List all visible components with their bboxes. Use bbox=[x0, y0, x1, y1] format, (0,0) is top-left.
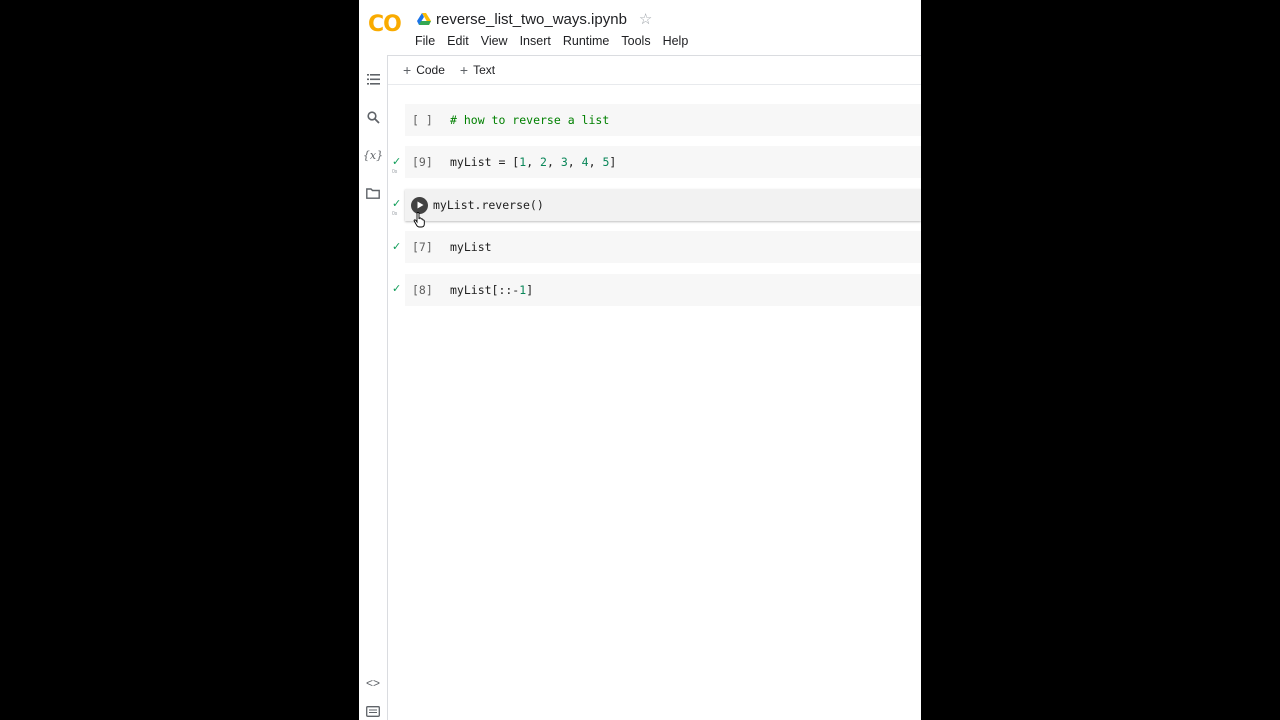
code-cell[interactable]: [9] myList = [1, 2, 3, 4, 5] bbox=[405, 146, 921, 178]
search-icon[interactable] bbox=[365, 109, 381, 125]
star-icon[interactable]: ☆ bbox=[639, 10, 652, 28]
menu-bar: File Edit View Insert Runtime Tools Help bbox=[415, 32, 700, 50]
code-cell-active[interactable]: myList.reverse() bbox=[405, 189, 921, 221]
cell-code[interactable]: myList bbox=[450, 240, 492, 254]
plus-icon: + bbox=[459, 61, 469, 78]
add-code-label: Code bbox=[416, 62, 445, 77]
run-cell-button[interactable] bbox=[411, 196, 428, 214]
cell-exec-time: 0s bbox=[392, 169, 398, 175]
execution-count: [8] bbox=[412, 283, 433, 297]
add-text-button[interactable]: + Text bbox=[460, 62, 495, 78]
header: CO reverse_list_two_ways.ipynb ☆ File Ed… bbox=[359, 0, 921, 56]
cell-success-check-icon: ✓ bbox=[392, 198, 402, 210]
cell-code[interactable]: myList = [1, 2, 3, 4, 5] bbox=[450, 155, 616, 169]
menu-edit[interactable]: Edit bbox=[447, 32, 469, 50]
menu-tools[interactable]: Tools bbox=[621, 32, 650, 50]
menu-file[interactable]: File bbox=[415, 32, 435, 50]
folder-icon[interactable] bbox=[365, 185, 381, 201]
menu-runtime[interactable]: Runtime bbox=[563, 32, 610, 50]
notebook-toolbar: + Code + Text bbox=[388, 55, 921, 85]
cell-code[interactable]: myList[::-1] bbox=[450, 283, 533, 297]
cell-exec-time: 0s bbox=[392, 211, 398, 217]
terminal-icon[interactable] bbox=[365, 703, 381, 719]
cell-code[interactable]: # how to reverse a list bbox=[450, 113, 609, 127]
plus-icon: + bbox=[403, 61, 412, 78]
title-row: reverse_list_two_ways.ipynb ☆ bbox=[417, 8, 652, 30]
execution-count: [7] bbox=[412, 240, 433, 254]
execution-count: [ ] bbox=[412, 113, 433, 127]
code-snippets-icon[interactable]: <> bbox=[365, 675, 381, 691]
execution-count: [9] bbox=[412, 155, 433, 169]
variables-icon[interactable]: {x} bbox=[363, 147, 383, 163]
cell-success-check-icon: ✓ bbox=[392, 156, 402, 168]
notebook-title[interactable]: reverse_list_two_ways.ipynb bbox=[436, 11, 627, 28]
code-cell[interactable]: [ ] # how to reverse a list bbox=[405, 104, 921, 136]
drive-icon[interactable] bbox=[417, 12, 431, 26]
colab-window: CO reverse_list_two_ways.ipynb ☆ File Ed… bbox=[359, 0, 921, 720]
menu-view[interactable]: View bbox=[481, 32, 508, 50]
code-cell[interactable]: [7] myList bbox=[405, 231, 921, 263]
hand-cursor-icon bbox=[413, 212, 425, 228]
cell-success-check-icon: ✓ bbox=[392, 241, 402, 253]
colab-logo[interactable]: CO bbox=[368, 12, 404, 38]
play-icon bbox=[417, 201, 423, 209]
add-code-button[interactable]: + Code bbox=[403, 62, 445, 78]
logo-text: CO bbox=[368, 12, 402, 37]
code-cell[interactable]: [8] myList[::-1] bbox=[405, 274, 921, 306]
menu-insert[interactable]: Insert bbox=[520, 32, 551, 50]
cell-success-check-icon: ✓ bbox=[392, 283, 402, 295]
left-rail: {x} <> bbox=[359, 55, 388, 720]
add-text-label: Text bbox=[473, 62, 496, 77]
toc-icon[interactable] bbox=[365, 71, 381, 87]
cell-code[interactable]: myList.reverse() bbox=[433, 198, 544, 212]
menu-help[interactable]: Help bbox=[663, 32, 689, 50]
